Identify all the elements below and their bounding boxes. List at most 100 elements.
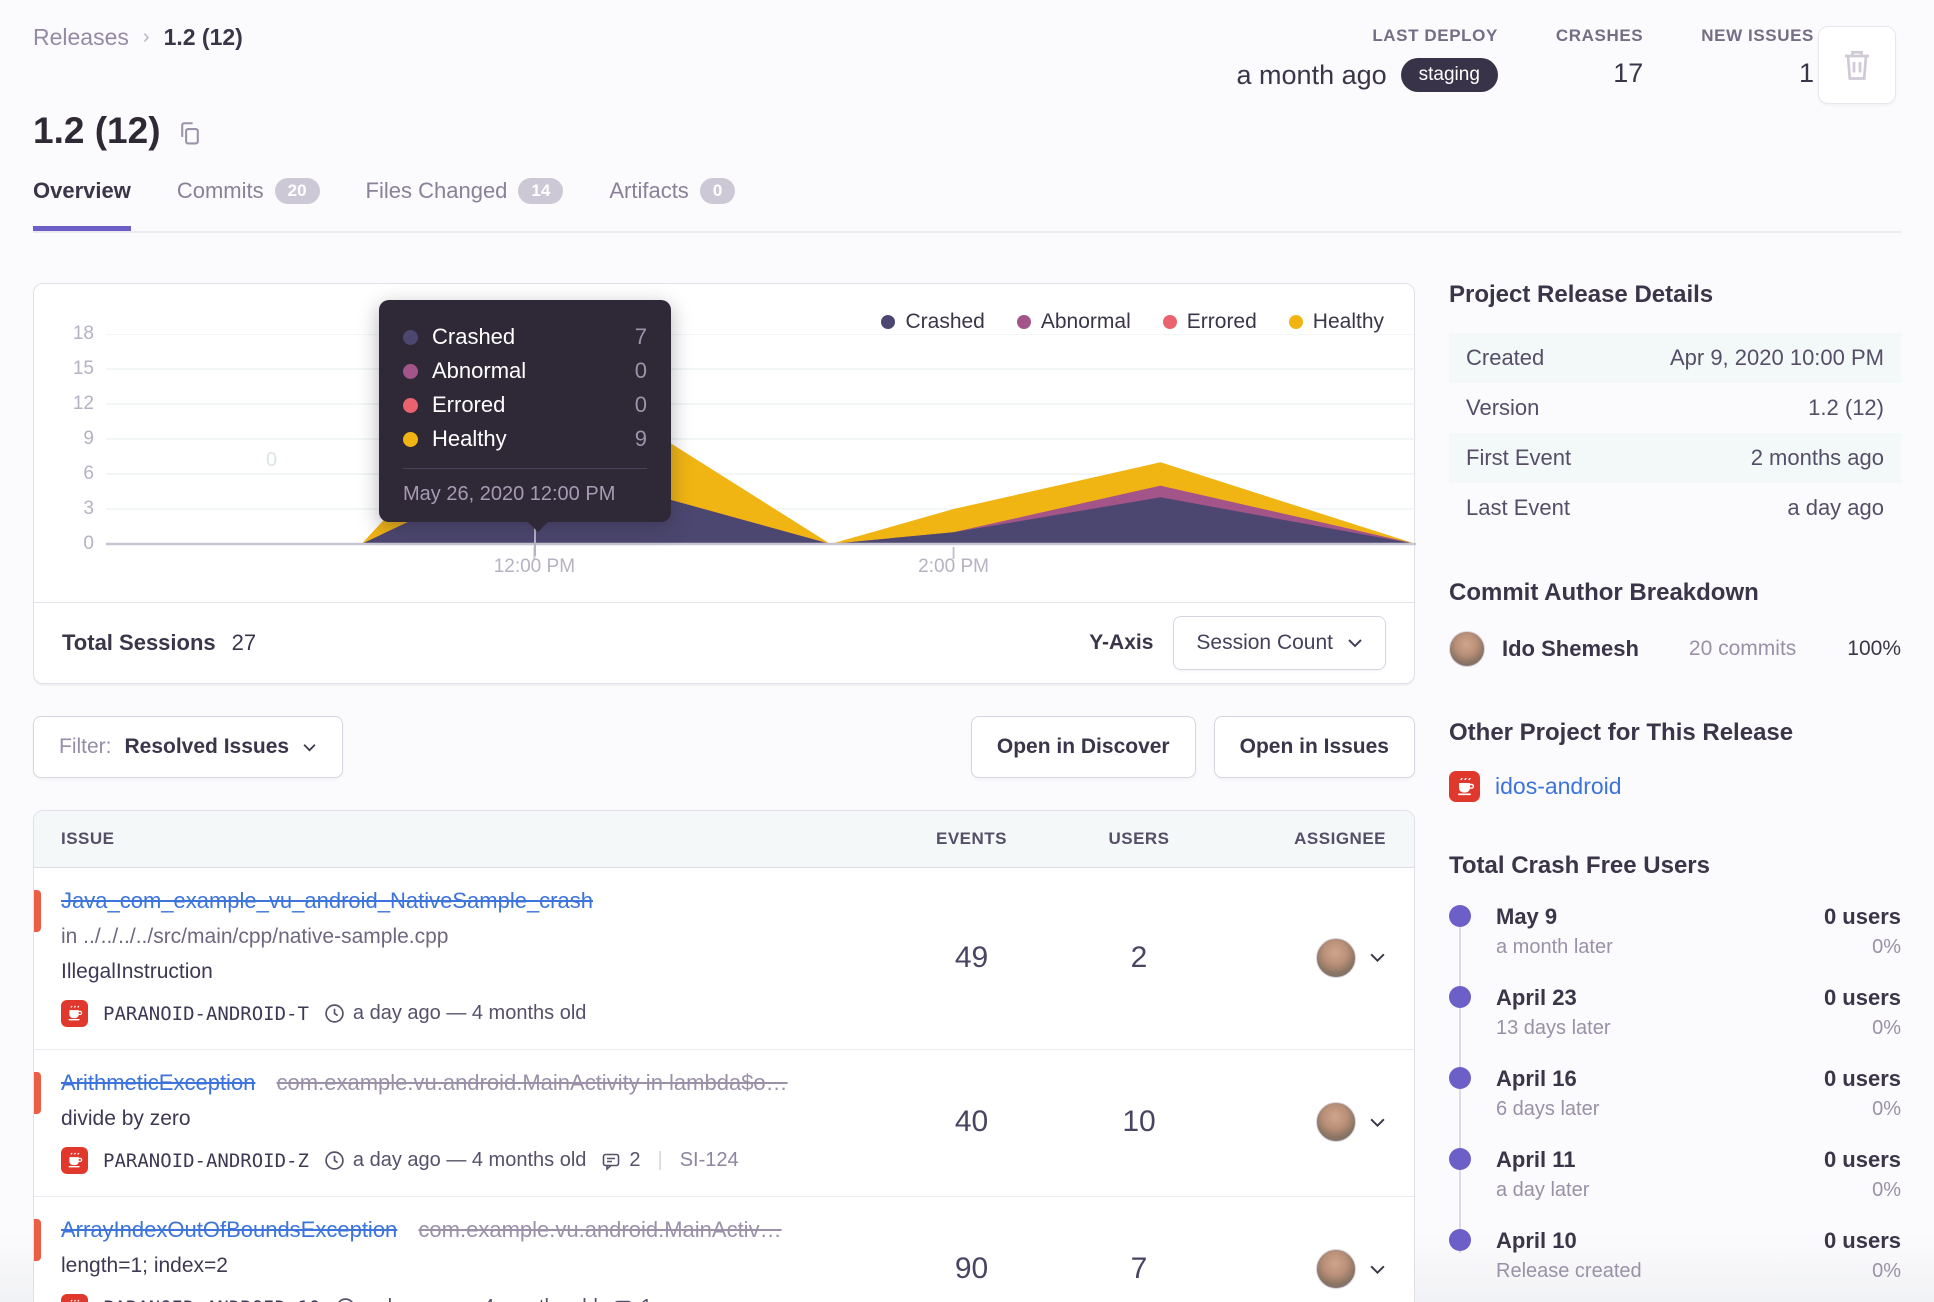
page-title: 1.2 (12) xyxy=(33,110,161,151)
issue-events-count: 40 xyxy=(954,1105,989,1138)
assignee-chevron-icon[interactable] xyxy=(1369,1117,1386,1128)
tab-commits[interactable]: Commits 20 xyxy=(177,178,320,231)
legend-item-abnormal[interactable]: Abnormal xyxy=(1016,310,1131,334)
new-issues-label: NEW ISSUES xyxy=(1701,26,1814,45)
copy-icon[interactable] xyxy=(177,120,203,146)
filter-dropdown[interactable]: Filter: Resolved Issues xyxy=(33,716,344,778)
header-stats: LAST DEPLOY a month ago staging CRASHES … xyxy=(1237,26,1814,92)
last-deploy-label: LAST DEPLOY xyxy=(1372,26,1498,45)
sessions-chart-svg xyxy=(106,334,1416,559)
abnormal-dot-icon xyxy=(1016,315,1031,329)
tooltip-date: May 26, 2020 12:00 PM xyxy=(403,468,647,522)
issue-age: a day ago — 4 months old xyxy=(352,1149,587,1171)
tooltip-row: Healthy 9 xyxy=(403,422,647,456)
project-icon[interactable] xyxy=(61,1000,88,1027)
crashes-label: CRASHES xyxy=(1555,26,1644,45)
chevron-down-icon xyxy=(302,743,317,752)
issue-users-count: 10 xyxy=(1122,1105,1156,1138)
stat-crashes: CRASHES 17 xyxy=(1556,26,1643,89)
issue-message: IllegalInstruction xyxy=(61,960,213,983)
commit-author-row: Ido Shemesh 20 commits 100% xyxy=(1449,631,1901,667)
y-axis-tick: 6 xyxy=(83,463,94,484)
comment-icon xyxy=(601,1151,621,1171)
issue-culprit: in ../../../../src/main/cpp/native-sampl… xyxy=(61,925,449,948)
timeline-dot-icon xyxy=(1449,986,1471,1008)
tab-files-changed[interactable]: Files Changed 14 xyxy=(366,178,564,231)
crash-free-heading: Total Crash Free Users xyxy=(1449,852,1710,879)
commits-count-badge: 20 xyxy=(274,178,320,204)
issue-events-count: 90 xyxy=(954,1252,989,1285)
assignee-chevron-icon[interactable] xyxy=(1369,952,1386,963)
assignee-avatar[interactable] xyxy=(1316,937,1356,978)
error-level-indicator xyxy=(34,1219,41,1261)
list-item: May 90 users a month later 0% xyxy=(1449,904,1901,959)
issue-age: a day ago — 4 months old xyxy=(352,1002,587,1024)
error-level-indicator xyxy=(34,1072,41,1114)
comment-icon xyxy=(613,1298,633,1302)
issue-subtitle: com.example.vu.android.MainActiv… xyxy=(418,1217,782,1242)
other-project-heading: Other Project for This Release xyxy=(1449,719,1794,746)
chevron-down-icon xyxy=(1347,638,1363,648)
table-row: ArithmeticException com.example.vu.andro… xyxy=(34,1050,1414,1197)
legend-item-errored[interactable]: Errored xyxy=(1162,310,1257,334)
project-icon[interactable] xyxy=(61,1147,88,1174)
author-commit-count: 20 commits xyxy=(1688,637,1797,660)
crashes-value: 17 xyxy=(1613,58,1644,88)
tooltip-row: Crashed 7 xyxy=(403,320,647,354)
project-icon[interactable] xyxy=(61,1294,88,1302)
last-deploy-value: a month ago xyxy=(1236,59,1387,90)
healthy-dot-icon xyxy=(403,431,418,447)
issue-title-link[interactable]: ArrayIndexOutOfBoundsException xyxy=(61,1217,397,1242)
environment-badge: staging xyxy=(1400,58,1498,92)
delete-release-button[interactable] xyxy=(1818,26,1896,104)
issue-message: divide by zero xyxy=(61,1107,191,1130)
issue-users-count: 7 xyxy=(1130,1252,1148,1285)
issue-message: length=1; index=2 xyxy=(61,1254,228,1277)
chart-footer: Total Sessions 27 Y-Axis Session Count xyxy=(34,602,1414,683)
chart-legend: Crashed Abnormal Errored Healthy xyxy=(881,310,1384,334)
assignee-avatar[interactable] xyxy=(1316,1249,1356,1289)
files-changed-count-badge: 14 xyxy=(518,178,564,204)
meta-divider: | xyxy=(657,1149,663,1171)
project-slug[interactable]: PARANOID-ANDROID-T xyxy=(103,1003,309,1025)
project-icon xyxy=(1449,771,1480,802)
open-in-issues-button[interactable]: Open in Issues xyxy=(1213,716,1415,778)
release-sidebar: Project Release Details Created Apr 9, 2… xyxy=(1449,281,1901,1302)
clock-icon xyxy=(324,1150,345,1171)
list-item: April 10 0 users Release created 0% xyxy=(1449,1228,1901,1283)
other-project-link[interactable]: idos-android xyxy=(1495,773,1622,800)
zero-watermark: 0 xyxy=(266,449,278,471)
y-axis-tick: 12 xyxy=(72,393,94,414)
detail-row-first-event: First Event 2 months ago xyxy=(1449,433,1901,483)
tab-bar: Overview Commits 20 Files Changed 14 Art… xyxy=(33,178,736,231)
issue-events-count: 49 xyxy=(954,940,989,974)
stat-last-deploy: LAST DEPLOY a month ago staging xyxy=(1237,26,1498,92)
chevron-right-icon: › xyxy=(142,26,150,48)
detail-row-last-event: Last Event a day ago xyxy=(1466,495,1884,520)
tab-artifacts[interactable]: Artifacts 0 xyxy=(609,178,736,231)
project-slug[interactable]: PARANOID-ANDROID-Z xyxy=(103,1150,309,1172)
y-axis-select[interactable]: Session Count xyxy=(1173,616,1386,670)
list-item: April 16 0 users 6 days later 0% xyxy=(1449,1066,1901,1121)
abnormal-dot-icon xyxy=(403,363,418,379)
sessions-chart: Crashed Abnormal Errored Healthy 18 15 12 9 6 3 0… xyxy=(34,284,1416,602)
project-slug[interactable]: PARANOID-ANDROID-10 xyxy=(103,1297,320,1302)
legend-item-healthy[interactable]: Healthy xyxy=(1288,310,1384,334)
assignee-avatar[interactable] xyxy=(1316,1102,1356,1142)
new-issues-value: 1 xyxy=(1798,58,1814,88)
open-in-discover-button[interactable]: Open in Discover xyxy=(970,716,1196,778)
assignee-chevron-icon[interactable] xyxy=(1369,1264,1386,1275)
healthy-dot-icon xyxy=(1288,315,1303,329)
column-users: USERS xyxy=(1108,829,1170,848)
issue-title-link[interactable]: Java_com_example_vu_android_NativeSample… xyxy=(61,888,593,913)
issues-table-header: ISSUE EVENTS USERS ASSIGNEE xyxy=(34,811,1414,868)
tab-overview[interactable]: Overview xyxy=(33,178,131,231)
issue-short-id: SI-124 xyxy=(679,1149,739,1171)
legend-item-crashed[interactable]: Crashed xyxy=(881,310,985,334)
breadcrumb-releases-link[interactable]: Releases xyxy=(33,24,129,51)
column-events: EVENTS xyxy=(935,829,1008,848)
table-row: ArrayIndexOutOfBoundsException com.examp… xyxy=(34,1197,1414,1302)
issue-title-link[interactable]: ArithmeticException xyxy=(61,1070,255,1095)
error-level-indicator xyxy=(34,890,41,932)
timeline-dot-icon xyxy=(1449,905,1471,927)
